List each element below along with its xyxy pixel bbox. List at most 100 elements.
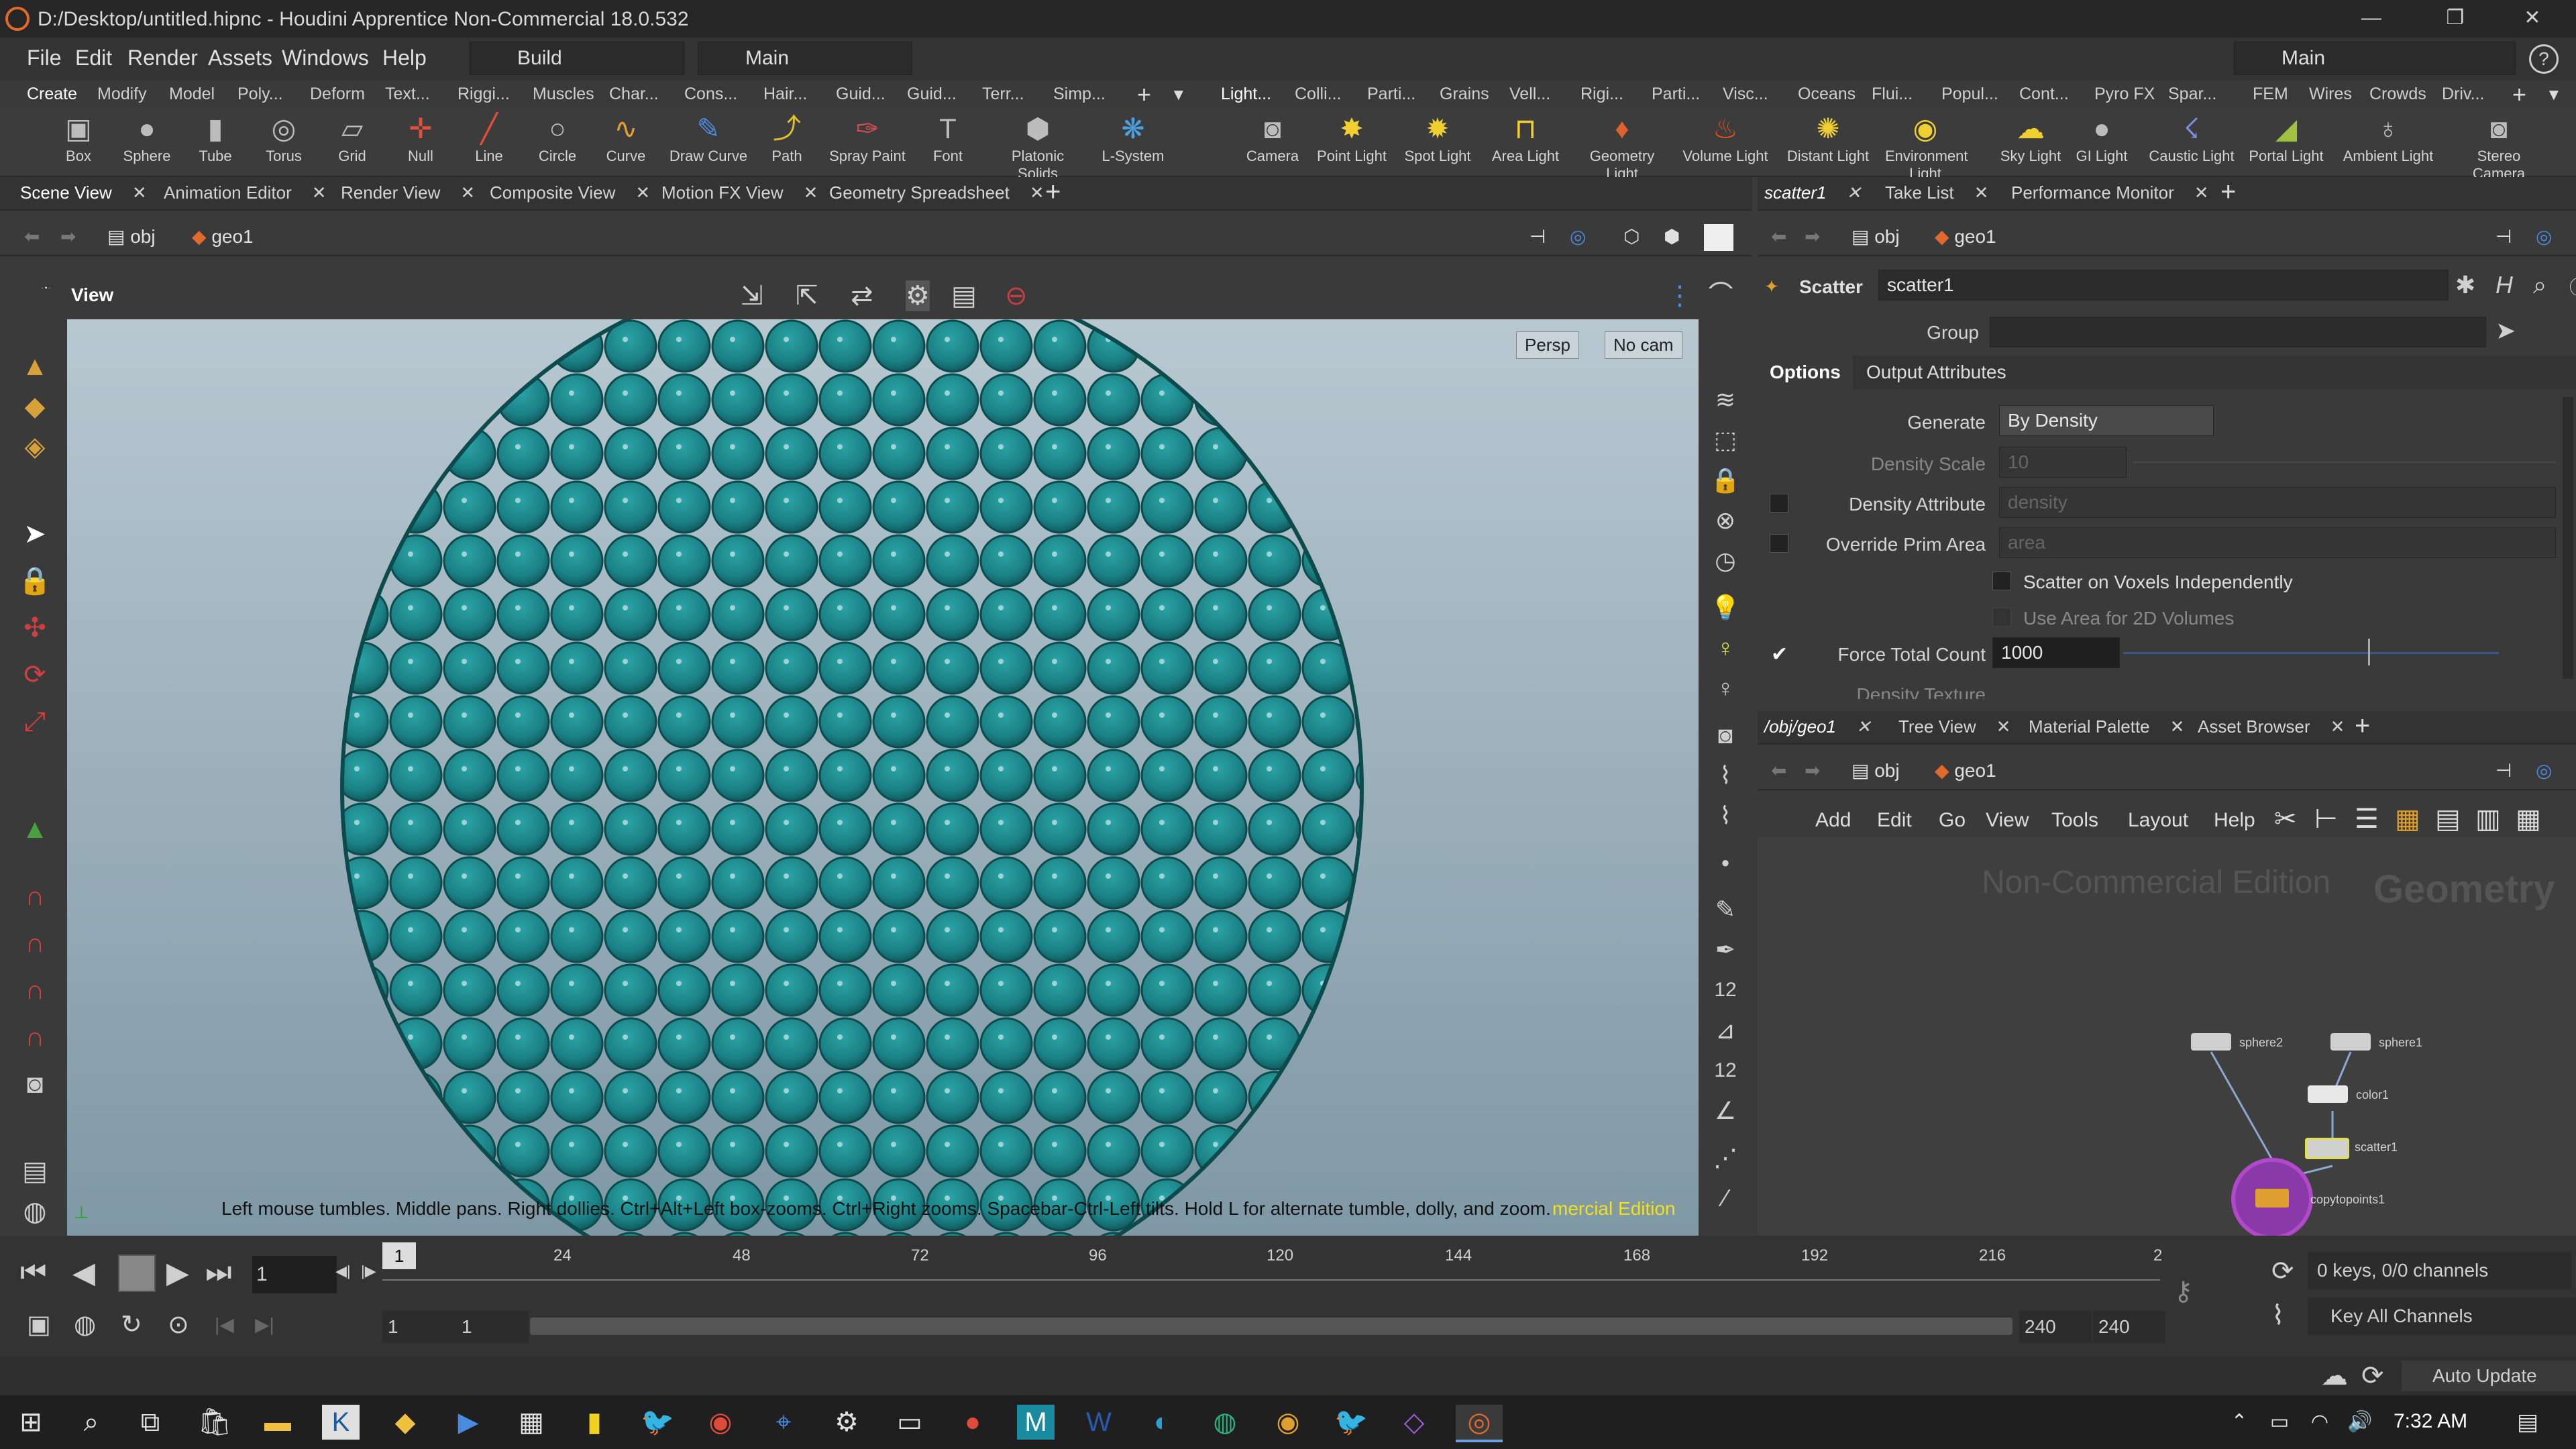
tool-draw-curve[interactable]: ✎ Draw Curve — [668, 113, 749, 165]
tool-point-light[interactable]: ✸ Point Light — [1315, 113, 1389, 165]
step-back-icon[interactable]: ◀| — [335, 1263, 351, 1280]
search-icon[interactable]: ⌕ — [72, 1405, 110, 1440]
density-attribute-field[interactable]: density — [1999, 487, 2556, 518]
tool-grid[interactable]: ▱ Grid — [315, 113, 389, 165]
tool-path[interactable]: ⤴ Path — [750, 113, 824, 165]
tool-area-light[interactable]: ⊓ Area Light — [1485, 113, 1566, 165]
graph-icon[interactable]: ⌇ — [2271, 1300, 2285, 1331]
shelf-tab-create[interactable]: Create — [27, 85, 77, 104]
tool-font[interactable]: T Font — [911, 113, 985, 165]
display-options-icon[interactable]: ▤ — [951, 280, 977, 311]
rotate-tool-icon[interactable]: ⟳ — [17, 657, 52, 692]
step-forward-icon[interactable]: |▶ — [361, 1263, 376, 1280]
tool-geometry-light[interactable]: ♦ Geometry Light — [1582, 113, 1662, 182]
magnet-tool-icon[interactable]: ∩ — [17, 1020, 52, 1055]
slider-handle[interactable] — [2368, 639, 2370, 665]
density-scale-field[interactable]: 10 — [1999, 447, 2127, 478]
back-arrow-icon[interactable]: ⬅ — [1771, 225, 1786, 248]
menu-edit[interactable]: Edit — [75, 46, 112, 70]
tool-spot-light[interactable]: ✹ Spot Light — [1401, 113, 1474, 165]
shelf-tab[interactable]: Visc... — [1723, 85, 1768, 104]
node-color1[interactable] — [2308, 1085, 2348, 1103]
file-explorer-icon[interactable]: ▬ — [259, 1405, 297, 1440]
shelf-tab[interactable]: Vell... — [1509, 85, 1550, 104]
key-all-channels-button[interactable]: Key All Channels — [2308, 1297, 2576, 1335]
tab-obj-geo1[interactable]: /obj/geo1 ✕ — [1764, 716, 1871, 737]
pin-icon[interactable]: ⊣ — [1529, 225, 1546, 248]
link-icon[interactable]: ◎ — [2536, 759, 2552, 782]
close-circle-icon[interactable]: ⊗ — [1708, 503, 1743, 538]
light-bulb-icon[interactable]: ♀ — [1708, 671, 1743, 706]
camera-view-icon[interactable]: ◙ — [1708, 718, 1743, 753]
menu-assets[interactable]: Assets — [208, 46, 272, 70]
tab-geometry-spreadsheet[interactable]: Geometry Spreadsheet ✕ — [829, 182, 1044, 203]
shelf-tab[interactable]: Parti... — [1367, 85, 1415, 104]
forward-arrow-icon[interactable]: ➡ — [60, 225, 76, 248]
terminal-icon[interactable]: ▭ — [891, 1405, 928, 1440]
camera-tool-icon[interactable]: ◙ — [17, 1067, 52, 1102]
shelf-tab[interactable]: Driv... — [2442, 85, 2484, 104]
calculator-icon[interactable]: ▦ — [513, 1405, 550, 1440]
play-reverse-icon[interactable]: ◀ — [72, 1256, 95, 1290]
right-layout-selector[interactable]: Main — [2234, 42, 2516, 75]
tool-ambient-light[interactable]: ♁ Ambient Light — [2341, 113, 2435, 165]
tab-scatter1[interactable]: scatter1 ✕ — [1764, 182, 1861, 203]
clock-icon[interactable]: ◷ — [1708, 543, 1743, 578]
link-icon[interactable]: ◎ — [1570, 225, 1586, 248]
app-m-icon[interactable]: M — [1017, 1405, 1055, 1440]
background-swatch[interactable] — [1704, 224, 1733, 251]
add-tab-icon[interactable]: + — [1045, 177, 1061, 207]
scatter-voxels-checkbox[interactable] — [1992, 572, 2011, 590]
windows-start-icon[interactable]: ⊞ — [12, 1405, 50, 1440]
node-name-field[interactable]: scatter1 — [1878, 270, 2449, 301]
close-icon[interactable]: ✕ — [1847, 182, 1862, 203]
close-icon[interactable]: ✕ — [2170, 716, 2185, 737]
select-arrow-icon[interactable]: ➤ — [2496, 317, 2516, 345]
shelf-tab[interactable]: Parti... — [1652, 85, 1700, 104]
word-icon[interactable]: W — [1080, 1405, 1118, 1440]
prev-key-icon[interactable]: |◀ — [215, 1313, 234, 1336]
shelf-tab[interactable]: Simp... — [1053, 85, 1106, 104]
force-total-count-field[interactable]: 1000 — [1992, 637, 2120, 668]
shelf-tab[interactable]: Text... — [385, 85, 430, 104]
shelf-tab[interactable]: Oceans — [1798, 85, 1856, 104]
point-icon[interactable]: ● — [1708, 845, 1743, 880]
maximize-button[interactable]: ❐ — [2432, 3, 2479, 34]
lock-tool-icon[interactable]: 🔒 — [17, 564, 52, 598]
app-bird-icon[interactable]: 🐦 — [1332, 1405, 1370, 1440]
app-k-icon[interactable]: K — [322, 1405, 360, 1440]
shelf-tab[interactable]: Flui... — [1872, 85, 1913, 104]
range-start-field[interactable]: 1 — [456, 1311, 529, 1343]
chevron-up-icon[interactable]: ⌃ — [2220, 1405, 2258, 1440]
pin-icon[interactable]: ⊣ — [2496, 759, 2512, 782]
close-icon[interactable]: ✕ — [1996, 716, 2011, 737]
audio-icon[interactable]: ◍ — [74, 1309, 96, 1340]
vertex-icon[interactable]: ⋰ — [1708, 1140, 1743, 1175]
tab-output-attributes[interactable]: Output Attributes — [1857, 356, 2016, 389]
light-bulb-icon[interactable]: ♀ — [1708, 631, 1743, 665]
scale-tool-icon[interactable]: ⤢ — [17, 704, 52, 739]
cloud-icon[interactable]: ☁ — [2321, 1360, 2348, 1391]
shelf-tab[interactable]: Pyro FX — [2094, 85, 2155, 104]
auto-update-button[interactable]: Auto Update — [2402, 1360, 2576, 1391]
tab-options[interactable]: Options — [1758, 356, 1853, 389]
close-icon[interactable]: ✕ — [2194, 182, 2209, 203]
range-slider[interactable] — [530, 1318, 2012, 1335]
houdini-help-icon[interactable]: H — [2496, 271, 2513, 299]
edge-icon[interactable]: ◐ — [1143, 1405, 1181, 1440]
layout-selector[interactable]: Main — [698, 42, 912, 75]
override-prim-area-field[interactable]: area — [1999, 527, 2556, 558]
scene-viewport[interactable]: Persp No cam Left mouse tumbles. Middle … — [67, 319, 1699, 1236]
visual-studio-icon[interactable]: ◇ — [1395, 1405, 1433, 1440]
tab-scene-view[interactable]: Scene View ✕ — [20, 182, 147, 203]
close-icon[interactable]: ✕ — [1856, 716, 1871, 737]
tool-box[interactable]: ▣ Box — [42, 113, 115, 165]
app-video-icon[interactable]: ▶ — [449, 1405, 487, 1440]
tool-null[interactable]: ✛ Null — [384, 113, 458, 165]
tool-sphere[interactable]: ● Sphere — [110, 113, 184, 165]
pen-icon[interactable]: ✒ — [1708, 932, 1743, 967]
update-icon[interactable]: ⟳ — [2361, 1360, 2384, 1391]
use-area-2d-checkbox[interactable] — [1992, 608, 2011, 627]
app-diamond-icon[interactable]: ◆ — [386, 1405, 424, 1440]
chrome-icon[interactable]: ◉ — [1269, 1405, 1307, 1440]
